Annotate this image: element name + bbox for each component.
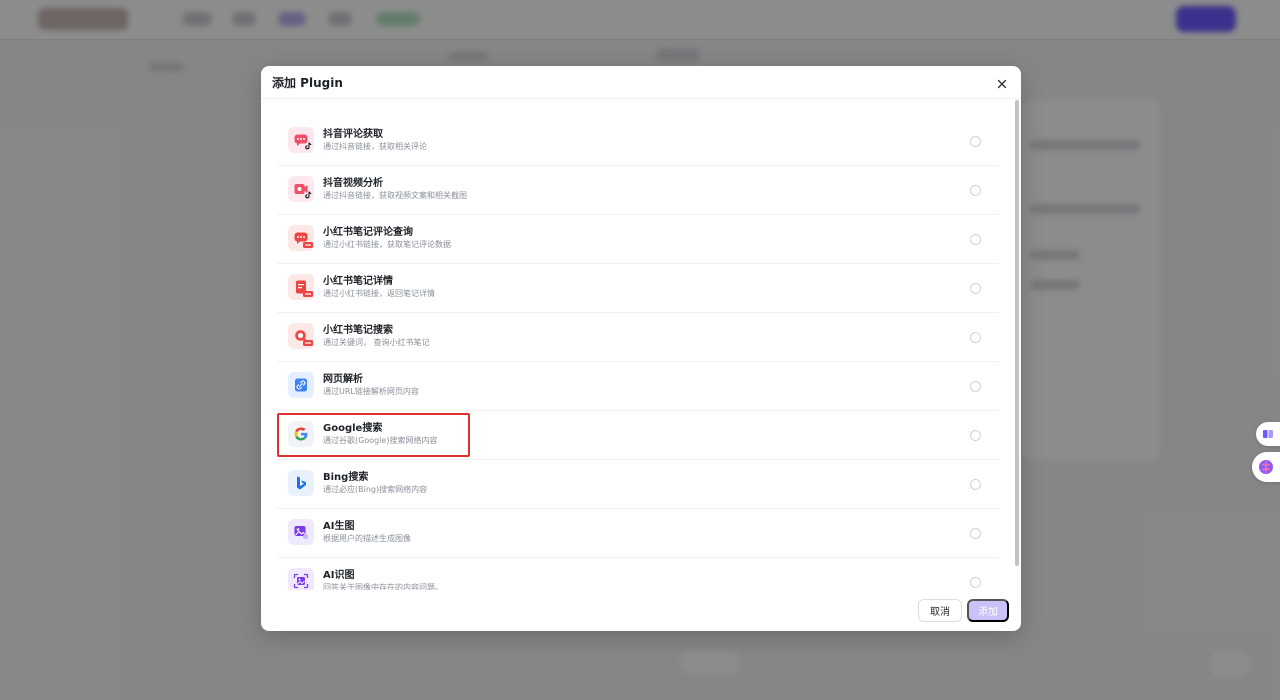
plugin-item[interactable]: 抖音视频分析 通过抖音链接，获取视频文案和相关截图	[277, 166, 999, 215]
plugin-name: 抖音评论获取	[323, 129, 383, 140]
plugin-description: 通过URL链接解析网页内容	[323, 387, 419, 396]
plugin-description: 通过抖音链接，获取相关评论	[323, 142, 427, 151]
plugin-description: 通过抖音链接，获取视频文案和相关截图	[323, 191, 467, 200]
ai-image-gen-icon	[288, 519, 314, 545]
douyin-comment-icon	[288, 127, 314, 153]
xhs-search-icon	[288, 323, 314, 349]
add-button[interactable]: 添加	[967, 599, 1009, 622]
plugin-name: Google搜索	[323, 423, 383, 434]
plugin-select-radio[interactable]	[970, 479, 981, 490]
plugin-description: 通过谷歌(Google)搜索网络内容	[323, 436, 438, 445]
cancel-button[interactable]: 取消	[918, 599, 962, 622]
plugin-select-radio[interactable]	[970, 528, 981, 539]
plugin-item[interactable]: 小红书笔记详情 通过小红书链接，返回笔记详情	[277, 264, 999, 313]
plugin-item[interactable]: 小红书笔记评论查询 通过小红书链接，获取笔记评论数据	[277, 215, 999, 264]
plugin-item[interactable]: 小红书笔记搜索 通过关键词， 查询小红书笔记	[277, 313, 999, 362]
scrollbar[interactable]	[1015, 100, 1019, 566]
plugin-select-radio[interactable]	[970, 234, 981, 245]
xhs-comment-icon	[288, 225, 314, 251]
plugin-name: 抖音视频分析	[323, 178, 383, 189]
plugin-item[interactable]: AI生图 根据用户的描述生成图像	[277, 509, 999, 558]
plugin-item[interactable]: Google搜索 通过谷歌(Google)搜索网络内容	[277, 411, 999, 460]
plugin-name: 网页解析	[323, 374, 363, 385]
close-icon	[997, 79, 1007, 89]
book-icon	[1263, 430, 1273, 438]
dialog-header: 添加 Plugin	[261, 66, 1021, 99]
plugin-description: 通过小红书链接，获取笔记评论数据	[323, 240, 451, 249]
plugin-select-radio[interactable]	[970, 283, 981, 294]
plugin-name: 小红书笔记评论查询	[323, 227, 413, 238]
xhs-note-icon	[288, 274, 314, 300]
side-book-button[interactable]	[1256, 422, 1280, 446]
plugin-item[interactable]: 网页解析 通过URL链接解析网页内容	[277, 362, 999, 411]
plugin-description: 通过必应(Bing)搜索网络内容	[323, 485, 428, 494]
plugin-description: 通过关键词， 查询小红书笔记	[323, 338, 430, 347]
plugin-item[interactable]: AI识图 回答关于图像中存在的内容问题。	[277, 558, 999, 590]
douyin-video-icon	[288, 176, 314, 202]
plugin-name: Bing搜索	[323, 472, 369, 483]
plugin-select-radio[interactable]	[970, 381, 981, 392]
bing-icon	[288, 470, 314, 496]
plugin-list: 抖音评论获取 通过抖音链接，获取相关评论 抖音视频分析 通过抖音链接，获取视频文…	[277, 117, 999, 590]
plugin-name: AI识图	[323, 570, 355, 581]
plugin-description: 通过小红书链接，返回笔记详情	[323, 289, 435, 298]
plugin-select-radio[interactable]	[970, 430, 981, 441]
dialog-title: 添加 Plugin	[272, 76, 343, 90]
brain-icon	[1259, 460, 1273, 474]
plugin-item[interactable]: 抖音评论获取 通过抖音链接，获取相关评论	[277, 117, 999, 166]
plugin-description: 回答关于图像中存在的内容问题。	[323, 583, 443, 590]
plugin-name: 小红书笔记详情	[323, 276, 393, 287]
plugin-select-radio[interactable]	[970, 332, 981, 343]
plugin-name: AI生图	[323, 521, 355, 532]
plugin-item[interactable]: Bing搜索 通过必应(Bing)搜索网络内容	[277, 460, 999, 509]
link-icon	[288, 372, 314, 398]
side-brain-button[interactable]	[1252, 452, 1280, 482]
plugin-select-radio[interactable]	[970, 136, 981, 147]
ai-image-recognition-icon	[288, 568, 314, 590]
plugin-name: 小红书笔记搜索	[323, 325, 393, 336]
plugin-select-radio[interactable]	[970, 577, 981, 588]
add-plugin-dialog: 添加 Plugin 抖音评论获取 通过抖音链接，获取相关评论 抖音视频分析 通过…	[261, 66, 1021, 631]
google-icon	[288, 421, 314, 447]
plugin-select-radio[interactable]	[970, 185, 981, 196]
plugin-description: 根据用户的描述生成图像	[323, 534, 411, 543]
close-button[interactable]	[995, 76, 1009, 90]
